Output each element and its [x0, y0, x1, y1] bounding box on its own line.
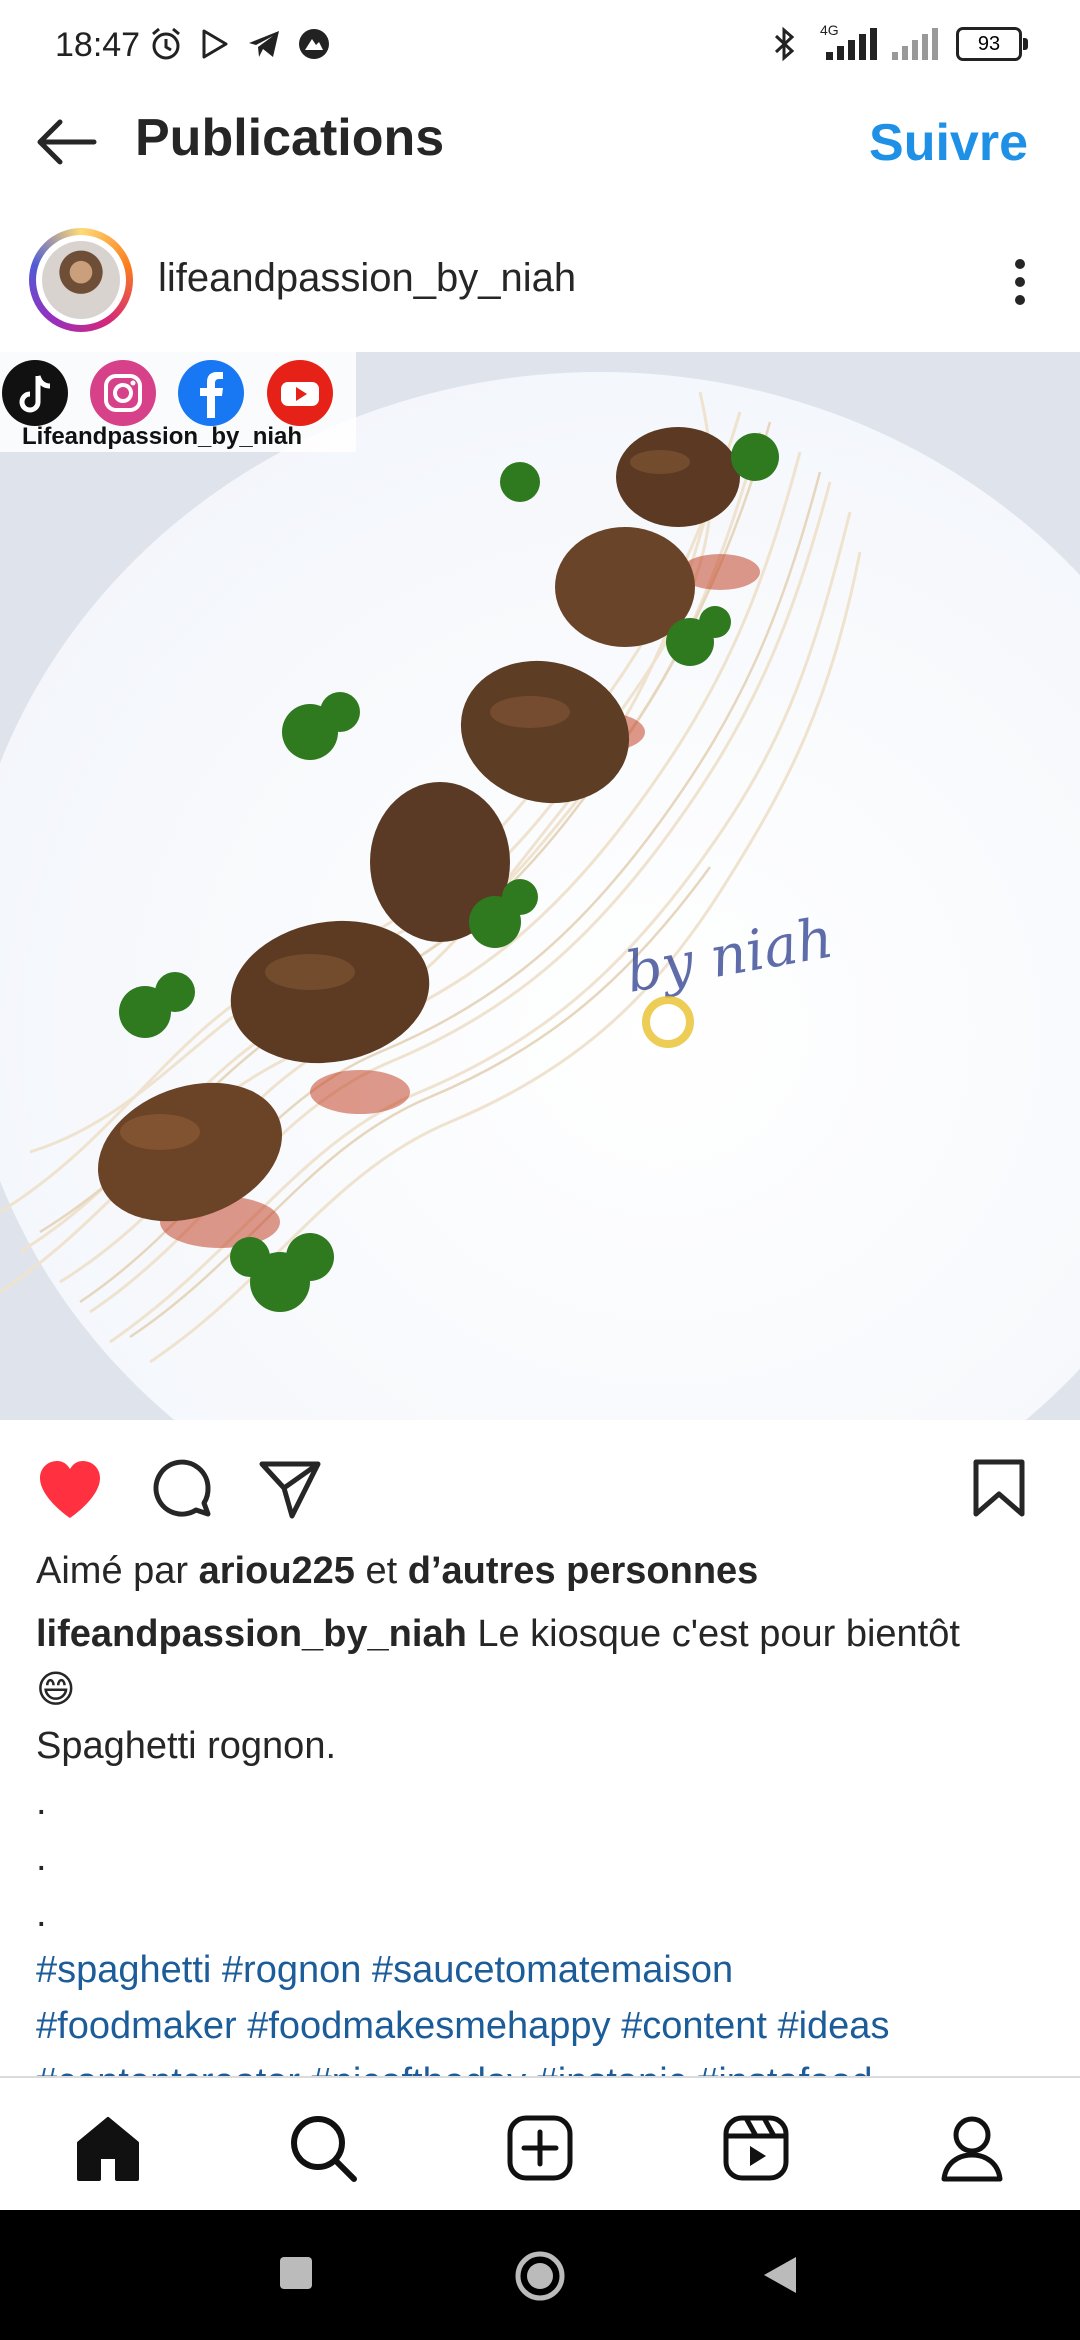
avatar[interactable] [42, 241, 120, 319]
tiktok-icon [2, 360, 68, 426]
follow-button[interactable]: Suivre [869, 113, 1028, 173]
home-circle-icon[interactable] [514, 2250, 566, 2302]
comment-button[interactable] [150, 1458, 214, 1525]
nav-search[interactable] [283, 2108, 363, 2188]
signal-icon [892, 28, 938, 60]
battery-indicator: 93 [956, 27, 1028, 61]
hashtags-line[interactable]: #contentcreator #picoftheday #instapic #… [36, 2054, 1046, 2076]
network-type: 4G [820, 22, 839, 38]
profile-icon [941, 2116, 1003, 2182]
likes-summary: Aimé par ariou225 et d’autres personnes [36, 1550, 758, 1593]
caption-dot: . [36, 1837, 47, 1879]
reels-icon [723, 2115, 789, 2181]
nav-home[interactable] [68, 2108, 148, 2188]
caption-username[interactable]: lifeandpassion_by_niah [36, 1613, 467, 1655]
system-navigation [0, 2210, 1080, 2340]
post-username[interactable]: lifeandpassion_by_niah [158, 256, 576, 301]
social-handle-label: Lifeandpassion_by_niah [22, 423, 303, 450]
bookmark-icon [973, 1459, 1025, 1517]
caption: lifeandpassion_by_niah Le kiosque c'est … [36, 1606, 1046, 2076]
caption-area: lifeandpassion_by_niah Le kiosque c'est … [0, 1600, 1080, 2076]
hashtags-line[interactable]: #foodmaker #foodmakesmehappy #content #i… [36, 1998, 1046, 2054]
heart-icon [40, 1461, 100, 1518]
send-icon [259, 1461, 321, 1519]
status-left-icons [148, 26, 332, 62]
caption-text: Le kiosque c'est pour bientôt [466, 1613, 960, 1655]
caption-dot: . [36, 1781, 47, 1823]
likes-others-link[interactable]: d’autres personnes [408, 1550, 759, 1592]
telegram-icon [249, 31, 279, 57]
facebook-icon [178, 360, 244, 426]
bottom-navigation [0, 2076, 1080, 2212]
play-store-icon [202, 29, 228, 59]
share-button[interactable] [258, 1458, 322, 1525]
like-button[interactable] [36, 1458, 104, 1525]
status-time: 18:47 [55, 26, 141, 64]
more-options-button[interactable] [1012, 256, 1028, 313]
back-button[interactable] [34, 118, 98, 171]
likes-prefix: Aimé par [36, 1550, 199, 1592]
more-vertical-icon [1015, 259, 1025, 305]
recents-icon[interactable] [278, 2255, 314, 2291]
instagram-icon [90, 360, 156, 426]
youtube-icon [267, 360, 333, 426]
nav-profile[interactable] [932, 2108, 1012, 2188]
bluetooth-icon [774, 26, 795, 62]
arrow-left-icon [37, 119, 97, 165]
game-icon [299, 29, 329, 59]
status-bar: 18:47 4G 93 [0, 0, 1080, 90]
alarm-icon [152, 27, 180, 60]
signal-4g-icon: 4G [812, 22, 878, 62]
caption-line2: Spaghetti rognon. [36, 1725, 337, 1767]
hashtags-line[interactable]: #spaghetti #rognon #saucetomatemaison [36, 1942, 1046, 1998]
likes-user-link[interactable]: ariou225 [199, 1550, 355, 1592]
nav-reels[interactable] [716, 2108, 796, 2188]
status-right-icons: 4G 93 [772, 22, 1028, 62]
likes-middle: et [354, 1550, 408, 1592]
caption-dot: . [36, 1893, 47, 1935]
caption-emoji: 😄 [36, 1669, 76, 1711]
save-button[interactable] [972, 1458, 1026, 1523]
home-icon [77, 2117, 139, 2181]
food-photo: by niah [0, 352, 1080, 1420]
back-triangle-icon[interactable] [762, 2255, 798, 2295]
page-title: Publications [135, 109, 445, 167]
nav-create[interactable] [500, 2108, 580, 2188]
post-image[interactable]: by niah [0, 352, 1080, 1420]
comment-icon [153, 1459, 211, 1517]
create-icon [507, 2115, 573, 2181]
search-icon [291, 2116, 357, 2182]
